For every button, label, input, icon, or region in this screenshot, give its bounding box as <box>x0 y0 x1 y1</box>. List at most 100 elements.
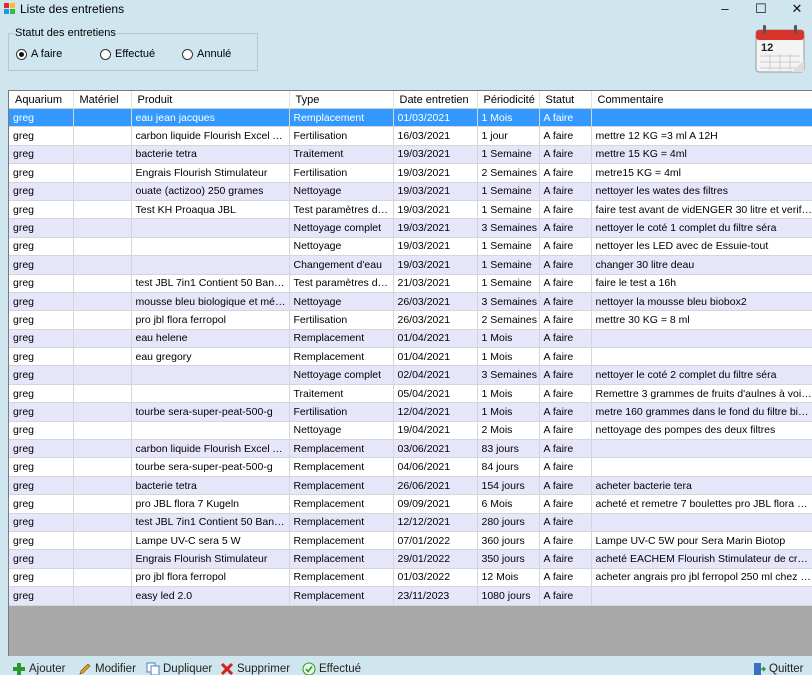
cell-produit[interactable]: easy led 2.0 <box>131 586 290 606</box>
cell-type[interactable]: Remplacement <box>289 439 394 459</box>
cell-commentaire[interactable] <box>591 329 812 349</box>
cell-aquarium[interactable]: greg <box>9 476 74 496</box>
cell-periodicite[interactable]: 1 Semaine <box>477 200 540 220</box>
column-header-periodicite[interactable]: Périodicité <box>477 91 540 109</box>
cell-date[interactable]: 19/03/2021 <box>393 237 478 257</box>
cell-commentaire[interactable]: nettoyer le coté 2 complet du filtre sér… <box>591 365 812 385</box>
maximize-button[interactable]: ☐ <box>746 0 776 18</box>
cell-commentaire[interactable]: nettoyage des pompes des deux filtres <box>591 421 812 441</box>
cell-materiel[interactable] <box>73 255 132 275</box>
cell-produit[interactable]: tourbe sera-super-peat-500-g <box>131 457 290 477</box>
calendar-icon[interactable]: 12 <box>752 24 808 74</box>
cell-statut[interactable]: A faire <box>539 292 592 312</box>
cell-commentaire[interactable] <box>591 439 812 459</box>
cell-periodicite[interactable]: 1 Mois <box>477 329 540 349</box>
cell-commentaire[interactable] <box>591 347 812 367</box>
cell-periodicite[interactable]: 154 jours <box>477 476 540 496</box>
cell-commentaire[interactable]: Lampe UV-C 5W pour Sera Marin Biotop <box>591 531 812 551</box>
cell-aquarium[interactable]: greg <box>9 365 74 385</box>
cell-materiel[interactable] <box>73 237 132 257</box>
cell-type[interactable]: Nettoyage complet <box>289 365 394 385</box>
cell-materiel[interactable] <box>73 568 132 588</box>
cell-produit[interactable] <box>131 237 290 257</box>
column-header-commentaire[interactable]: Commentaire <box>591 91 812 109</box>
table-row[interactable]: greg eau helene Remplacement 01/04/2021 1 Mo… <box>9 329 812 349</box>
radio-annule[interactable]: Annulé <box>182 47 231 61</box>
cell-commentaire[interactable]: faire le test a 16h <box>591 274 812 293</box>
cell-periodicite[interactable]: 1 Mois <box>477 384 540 404</box>
cell-statut[interactable]: A faire <box>539 237 592 257</box>
cell-commentaire[interactable]: faire test avant de vidENGER 30 litre et… <box>591 200 812 220</box>
table-row[interactable]: greg mousse bleu biologique et mécaniqueN… <box>9 292 812 312</box>
cell-statut[interactable]: A faire <box>539 347 592 367</box>
cell-date[interactable]: 01/04/2021 <box>393 329 478 349</box>
table-row[interactable]: greg pro jbl flora ferropol Remplacement 01… <box>9 568 812 588</box>
cell-produit[interactable]: pro jbl flora ferropol <box>131 568 290 588</box>
cell-date[interactable]: 26/03/2021 <box>393 292 478 312</box>
cell-type[interactable]: Remplacement <box>289 494 394 514</box>
column-header-type[interactable]: Type <box>289 91 394 109</box>
cell-statut[interactable]: A faire <box>539 365 592 385</box>
cell-produit[interactable]: tourbe sera-super-peat-500-g <box>131 402 290 422</box>
cell-periodicite[interactable]: 1080 jours <box>477 586 540 606</box>
cell-type[interactable]: Remplacement <box>289 568 394 588</box>
column-header-date[interactable]: Date entretien▲ <box>393 91 478 109</box>
cell-aquarium[interactable]: greg <box>9 182 74 201</box>
cell-aquarium[interactable]: greg <box>9 329 74 349</box>
cell-aquarium[interactable]: greg <box>9 347 74 367</box>
cell-statut[interactable]: A faire <box>539 476 592 496</box>
cell-date[interactable]: 19/04/2021 <box>393 421 478 441</box>
cell-statut[interactable]: A faire <box>539 457 592 477</box>
cell-produit[interactable] <box>131 365 290 385</box>
table-row[interactable]: greg test JBL 7in1 Contient 50 Bandelette… <box>9 513 812 532</box>
cell-materiel[interactable] <box>73 347 132 367</box>
cell-type[interactable]: Remplacement <box>289 586 394 606</box>
cell-produit[interactable]: Lampe UV-C sera 5 W <box>131 531 290 551</box>
table-row[interactable]: greg test JBL 7in1 Contient 50 Bandelette… <box>9 274 812 293</box>
cell-periodicite[interactable]: 1 Mois <box>477 402 540 422</box>
cell-aquarium[interactable]: greg <box>9 531 74 551</box>
cell-produit[interactable]: bacterie tetra <box>131 476 290 496</box>
cell-statut[interactable]: A faire <box>539 329 592 349</box>
cell-type[interactable]: Fertilisation <box>289 310 394 330</box>
cell-produit[interactable]: eau gregory <box>131 347 290 367</box>
column-header-materiel[interactable]: Matériel <box>73 91 132 109</box>
cell-type[interactable]: Test paramètres de l'eau <box>289 274 394 293</box>
cell-aquarium[interactable]: greg <box>9 568 74 588</box>
table-row[interactable]: greg tourbe sera-super-peat-500-g Remplace… <box>9 457 812 477</box>
cell-statut[interactable]: A faire <box>539 494 592 514</box>
cell-materiel[interactable] <box>73 218 132 238</box>
table-row[interactable]: greg pro jbl flora ferropol Fertilisation 2… <box>9 310 812 330</box>
cell-periodicite[interactable]: 1 Semaine <box>477 145 540 165</box>
cell-type[interactable]: Nettoyage <box>289 182 394 201</box>
edit-button[interactable]: Modifier <box>78 662 136 675</box>
cell-commentaire[interactable]: mettre 30 KG = 8 ml <box>591 310 812 330</box>
cell-periodicite[interactable]: 2 Mois <box>477 421 540 441</box>
cell-date[interactable]: 19/03/2021 <box>393 182 478 201</box>
cell-type[interactable]: Nettoyage <box>289 421 394 441</box>
cell-date[interactable]: 05/04/2021 <box>393 384 478 404</box>
cell-materiel[interactable] <box>73 457 132 477</box>
cell-type[interactable]: Remplacement <box>289 329 394 349</box>
cell-type[interactable]: Changement d'eau <box>289 255 394 275</box>
cell-aquarium[interactable]: greg <box>9 494 74 514</box>
cell-produit[interactable] <box>131 255 290 275</box>
cell-commentaire[interactable]: mettre 12 KG =3 ml A 12H <box>591 126 812 146</box>
cell-periodicite[interactable]: 6 Mois <box>477 494 540 514</box>
cell-commentaire[interactable]: mettre 15 KG = 4ml <box>591 145 812 165</box>
table-row[interactable]: greg bacterie tetra Remplacement 26/06/2021… <box>9 476 812 496</box>
table-row[interactable]: greg Changement d'eau 19/03/2021 1 Semaine A… <box>9 255 812 275</box>
cell-materiel[interactable] <box>73 513 132 532</box>
cell-date[interactable]: 16/03/2021 <box>393 126 478 146</box>
cell-date[interactable]: 29/01/2022 <box>393 549 478 569</box>
cell-materiel[interactable] <box>73 439 132 459</box>
cell-materiel[interactable] <box>73 365 132 385</box>
cell-statut[interactable]: A faire <box>539 513 592 532</box>
cell-statut[interactable]: A faire <box>539 586 592 606</box>
cell-date[interactable]: 19/03/2021 <box>393 163 478 183</box>
table-row[interactable]: greg carbon liquide Flourish Excel A 12H F… <box>9 126 812 146</box>
cell-materiel[interactable] <box>73 163 132 183</box>
cell-commentaire[interactable]: nettoyer les wates des filtres <box>591 182 812 201</box>
cell-periodicite[interactable]: 350 jours <box>477 549 540 569</box>
radio-effectue[interactable]: Effectué <box>100 47 155 61</box>
